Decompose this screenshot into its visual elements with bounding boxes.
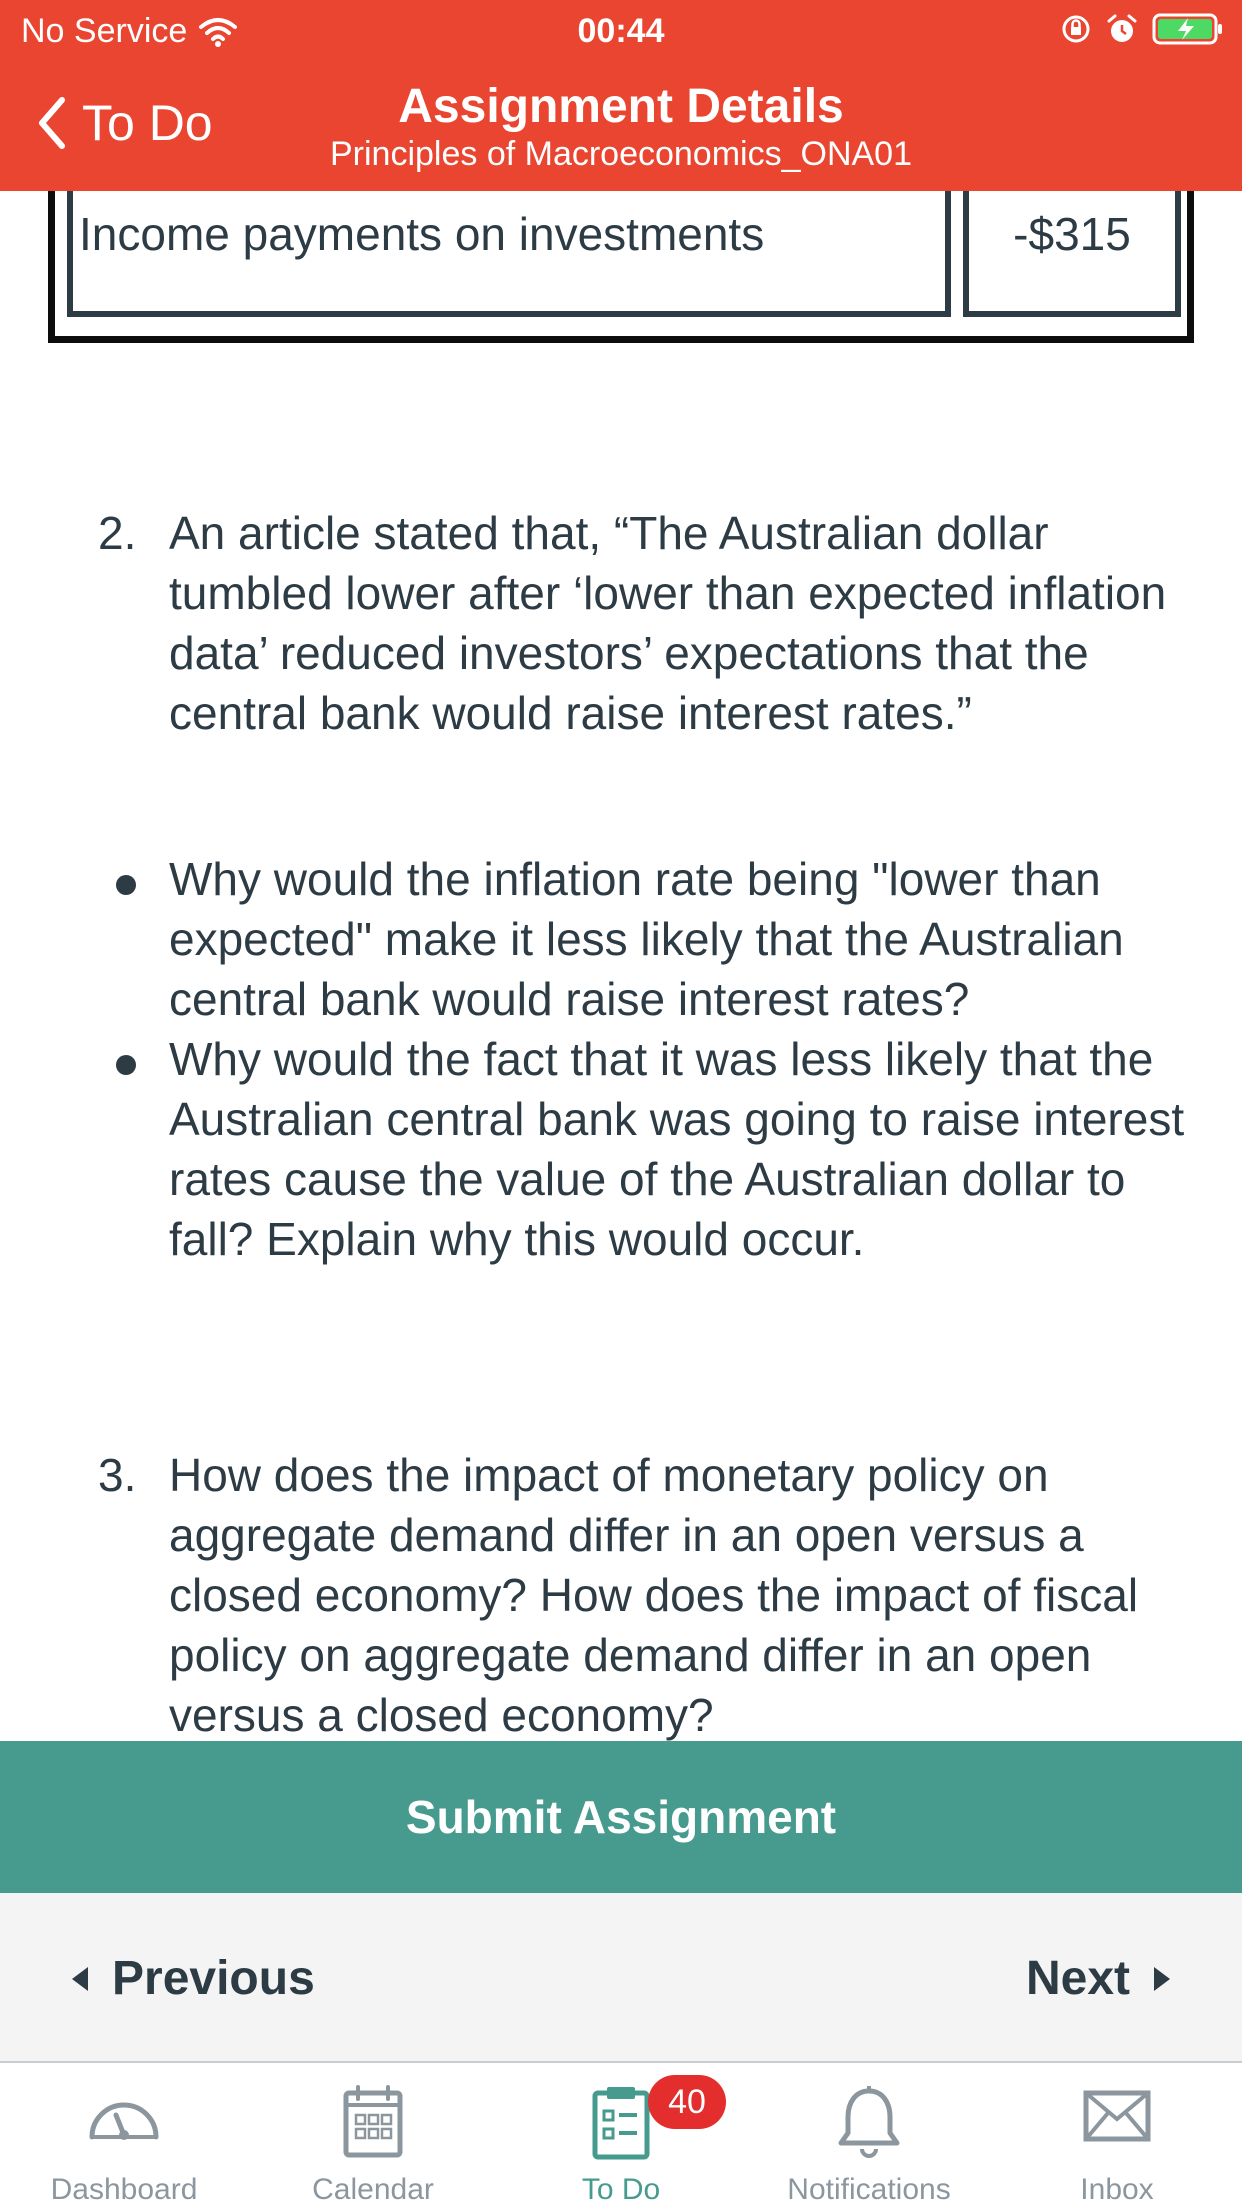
bullet-text: Why would the fact that it was less like… [169,1033,1185,1265]
status-right [1060,12,1224,46]
table-cell-label: Income payments on investments [67,191,951,317]
bullet-item: Why would the inflation rate being "lowe… [0,849,1242,1029]
next-button[interactable]: Next [1026,1951,1170,2006]
tab-inbox[interactable]: Inbox [993,2063,1241,2208]
tab-label: Dashboard [50,2173,198,2206]
question-number: 3. [98,1449,137,1501]
calendar-icon [343,2085,403,2158]
app-header: No Service 00:44 To Do Assignment Detail… [0,0,1242,191]
tab-bar: Dashboard Calendar To Do 40 Notification… [0,2061,1242,2208]
alarm-icon [1107,14,1137,42]
pager: Previous Next [0,1893,1242,2061]
table-cell-value: -$315 [963,191,1181,317]
orientation-lock-icon [1062,15,1090,43]
submit-assignment-button[interactable]: Submit Assignment [0,1741,1242,1893]
question-text: How does the impact of monetary policy o… [169,1449,1139,1741]
todo-icon [592,2087,650,2160]
mail-icon [1083,2090,1151,2142]
previous-label: Previous [112,1952,315,2005]
bell-icon [838,2086,900,2158]
tab-notifications[interactable]: Notifications [745,2063,993,2208]
bullet-dot [116,875,136,895]
page-title: Assignment Details [398,80,844,133]
tab-calendar[interactable]: Calendar [249,2063,497,2208]
title-block: Assignment Details Principles of Macroec… [0,80,1242,174]
previous-button[interactable]: Previous [72,1951,315,2006]
tab-label: Inbox [1080,2173,1154,2206]
tab-label: Notifications [787,2173,951,2206]
next-label: Next [1025,1952,1130,2005]
bullet-dot [116,1055,136,1075]
todo-count-badge: 40 [648,2075,726,2129]
question-text: An article stated that, “The Australian … [169,507,1167,739]
bullet-text: Why would the inflation rate being "lowe… [169,853,1124,1025]
tab-label: To Do [581,2173,661,2206]
bullet-item: Why would the fact that it was less like… [0,1029,1242,1269]
clock: 00:44 [577,12,665,50]
bullet-list: Why would the inflation rate being "lowe… [0,849,1242,1269]
tab-label: Calendar [312,2173,434,2206]
assignment-content: Income payments on investments -$315 2. … [0,191,1242,1741]
data-table: Income payments on investments -$315 [48,191,1194,343]
status-bar: No Service 00:44 [0,0,1242,62]
battery-icon [1152,13,1222,45]
course-subtitle: Principles of Macroeconomics_ONA01 [329,135,913,173]
question-number: 2. [98,507,137,559]
tab-dashboard[interactable]: Dashboard [0,2063,248,2208]
caret-right-icon [1154,1966,1170,1991]
dashboard-icon [89,2102,159,2140]
caret-left-icon [72,1966,88,1991]
